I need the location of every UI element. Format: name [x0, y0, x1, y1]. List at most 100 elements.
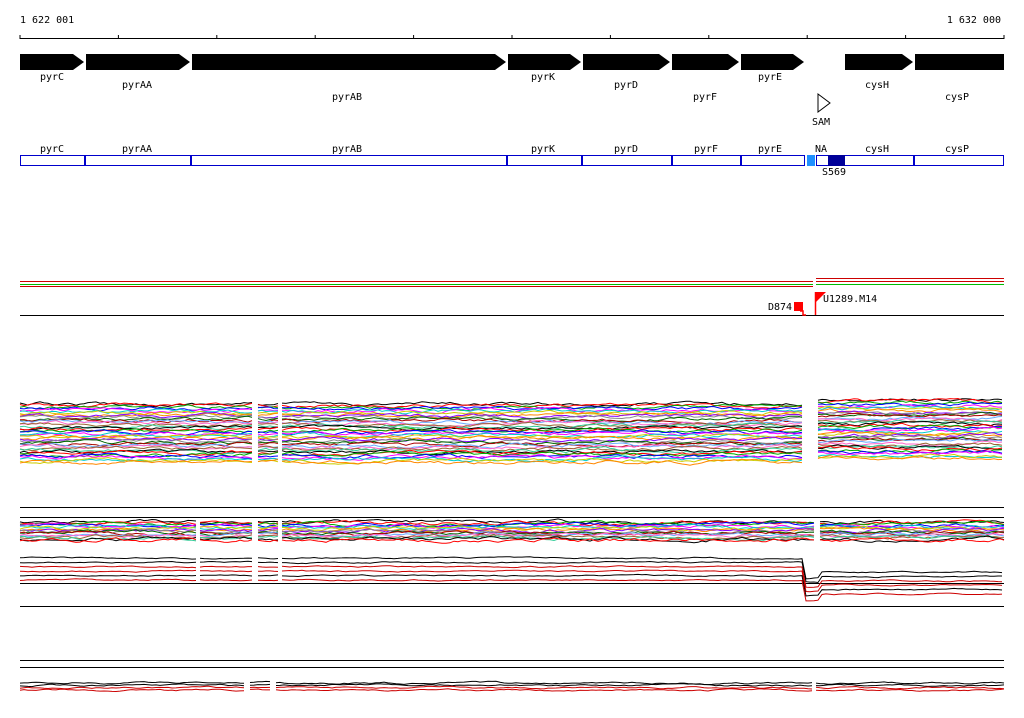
profile-line	[20, 575, 196, 576]
gene-label: cysP	[945, 92, 969, 103]
profile-line	[816, 682, 1004, 684]
segment-label: pyrK	[531, 144, 555, 155]
segment-pyrc[interactable]: pyrC	[21, 144, 85, 166]
gene-arrow-pyrk[interactable]: pyrK	[508, 54, 581, 83]
riboswitch-label: SAM	[812, 117, 830, 128]
profile-line	[200, 558, 252, 559]
marker-d874[interactable]: D874	[768, 302, 806, 315]
segment-label: cysH	[865, 144, 889, 155]
segment-label: pyrAA	[122, 144, 152, 155]
gene-arrow-shape	[741, 54, 804, 70]
segment-pyraa[interactable]: pyrAA	[86, 144, 191, 166]
gene-label: pyrAB	[332, 92, 362, 103]
expression-profile-track	[20, 399, 1002, 466]
profile-line	[258, 575, 278, 576]
profile-line	[250, 689, 270, 690]
red-block-icon	[794, 302, 803, 311]
segment-label: pyrE	[758, 144, 782, 155]
profile-line	[258, 448, 278, 450]
profile-line	[200, 571, 252, 572]
profile-line	[276, 681, 812, 684]
profile-line	[20, 579, 196, 581]
gene-label: pyrE	[758, 72, 782, 83]
gene-arrow-pyre[interactable]: pyrE	[741, 54, 804, 83]
gene-arrow-cysh[interactable]: cysH	[845, 54, 913, 91]
profile-line	[200, 575, 252, 576]
gene-arrow-pyrc[interactable]: pyrC	[20, 54, 84, 83]
summary-profile-track	[20, 557, 1004, 607]
genome-browser-view: 1 622 001 1 632 000 pyrCpyrAApyrABpyrKpy…	[0, 0, 1024, 714]
gene-annotation-track: pyrC pyrAA pyrAB pyrK pyrDpyrF pyrE cysH cysP	[20, 54, 1004, 103]
profile-line	[20, 557, 196, 559]
profile-line	[200, 566, 252, 567]
ruler-end-label: 1 632 000	[947, 15, 1001, 26]
profile-line	[816, 689, 1004, 691]
profile-line	[258, 567, 278, 568]
segment-highlight	[828, 155, 845, 166]
profile-line	[258, 432, 278, 433]
profile-line	[258, 571, 278, 572]
segment-pyre[interactable]: pyrE	[742, 144, 805, 166]
gene-arrow-shape	[86, 54, 190, 70]
profile-line	[258, 451, 278, 452]
segment-label: pyrAB	[332, 144, 362, 155]
segment-label: NA	[815, 144, 827, 155]
gene-arrow-shape	[508, 54, 581, 70]
gene-arrow-pyrf[interactable]: pyrF	[672, 54, 739, 103]
gene-arrow-pyrab[interactable]: pyrAB	[192, 54, 506, 103]
profile-line	[20, 562, 196, 564]
profile-line	[258, 443, 278, 445]
segment-pyrd[interactable]: pyrD	[583, 144, 672, 166]
profile-line	[200, 540, 252, 543]
profile-line	[250, 681, 270, 682]
gene-arrow-pyraa[interactable]: pyrAA	[86, 54, 190, 91]
profile-line	[816, 684, 1004, 686]
gene-label: pyrK	[531, 72, 555, 83]
profile-line	[200, 580, 252, 581]
profile-line	[258, 521, 278, 522]
segment-note: S569	[822, 167, 846, 178]
marker-track: D874 U1289.M14	[20, 279, 1004, 316]
segment-track: pyrC pyrAA pyrAB pyrK pyrD pyrF pyrE NA cysH cysP	[21, 144, 1004, 166]
profile-line	[20, 570, 196, 572]
segment-pyrab[interactable]: pyrAB	[192, 144, 507, 166]
coordinate-ruler: 1 622 001 1 632 000	[20, 15, 1004, 39]
segment-pyrk[interactable]: pyrK	[508, 144, 582, 166]
riboswitch-feature[interactable]: SAM	[812, 94, 830, 128]
gene-arrow-cysp[interactable]: cysP	[915, 54, 1004, 103]
ruler-start-label: 1 622 001	[20, 15, 74, 26]
marker-d874-label: D874	[768, 302, 792, 313]
profile-line	[258, 540, 278, 541]
profile-line	[20, 566, 196, 568]
gene-arrow-shape	[915, 54, 1004, 70]
profile-line	[258, 456, 278, 457]
profile-line	[250, 684, 270, 685]
segment-pyrf[interactable]: pyrF	[673, 144, 741, 166]
gene-label: pyrAA	[122, 80, 152, 91]
profile-line	[258, 558, 278, 559]
gene-arrow-shape	[583, 54, 670, 70]
gene-arrow-shape	[192, 54, 506, 70]
segment-label: pyrC	[40, 144, 64, 155]
genome-track-canvas: 1 622 001 1 632 000 pyrCpyrAApyrABpyrKpy…	[0, 0, 1024, 714]
profile-line	[258, 424, 278, 425]
gene-arrow-pyrd[interactable]: pyrD	[583, 54, 670, 91]
profile-line	[20, 686, 244, 689]
profile-line	[200, 524, 252, 525]
profile-line	[282, 579, 1002, 601]
profile-line	[258, 434, 278, 436]
profile-line	[276, 684, 812, 686]
profile-line	[282, 574, 1002, 596]
profile-line	[258, 562, 278, 563]
segment-label: pyrD	[614, 144, 638, 155]
segment-cysp[interactable]: cysP	[915, 144, 1004, 166]
triangle-outline-icon	[818, 94, 830, 112]
condition-profile-track	[20, 508, 1004, 544]
segment-label: pyrF	[694, 144, 718, 155]
profile-line	[20, 682, 244, 685]
marker-u1289-label: U1289.M14	[823, 294, 877, 305]
gene-label: cysH	[865, 80, 889, 91]
marker-u1289[interactable]: U1289.M14	[816, 292, 878, 315]
bottom-profile-track	[20, 661, 1004, 692]
gene-arrow-shape	[672, 54, 739, 70]
